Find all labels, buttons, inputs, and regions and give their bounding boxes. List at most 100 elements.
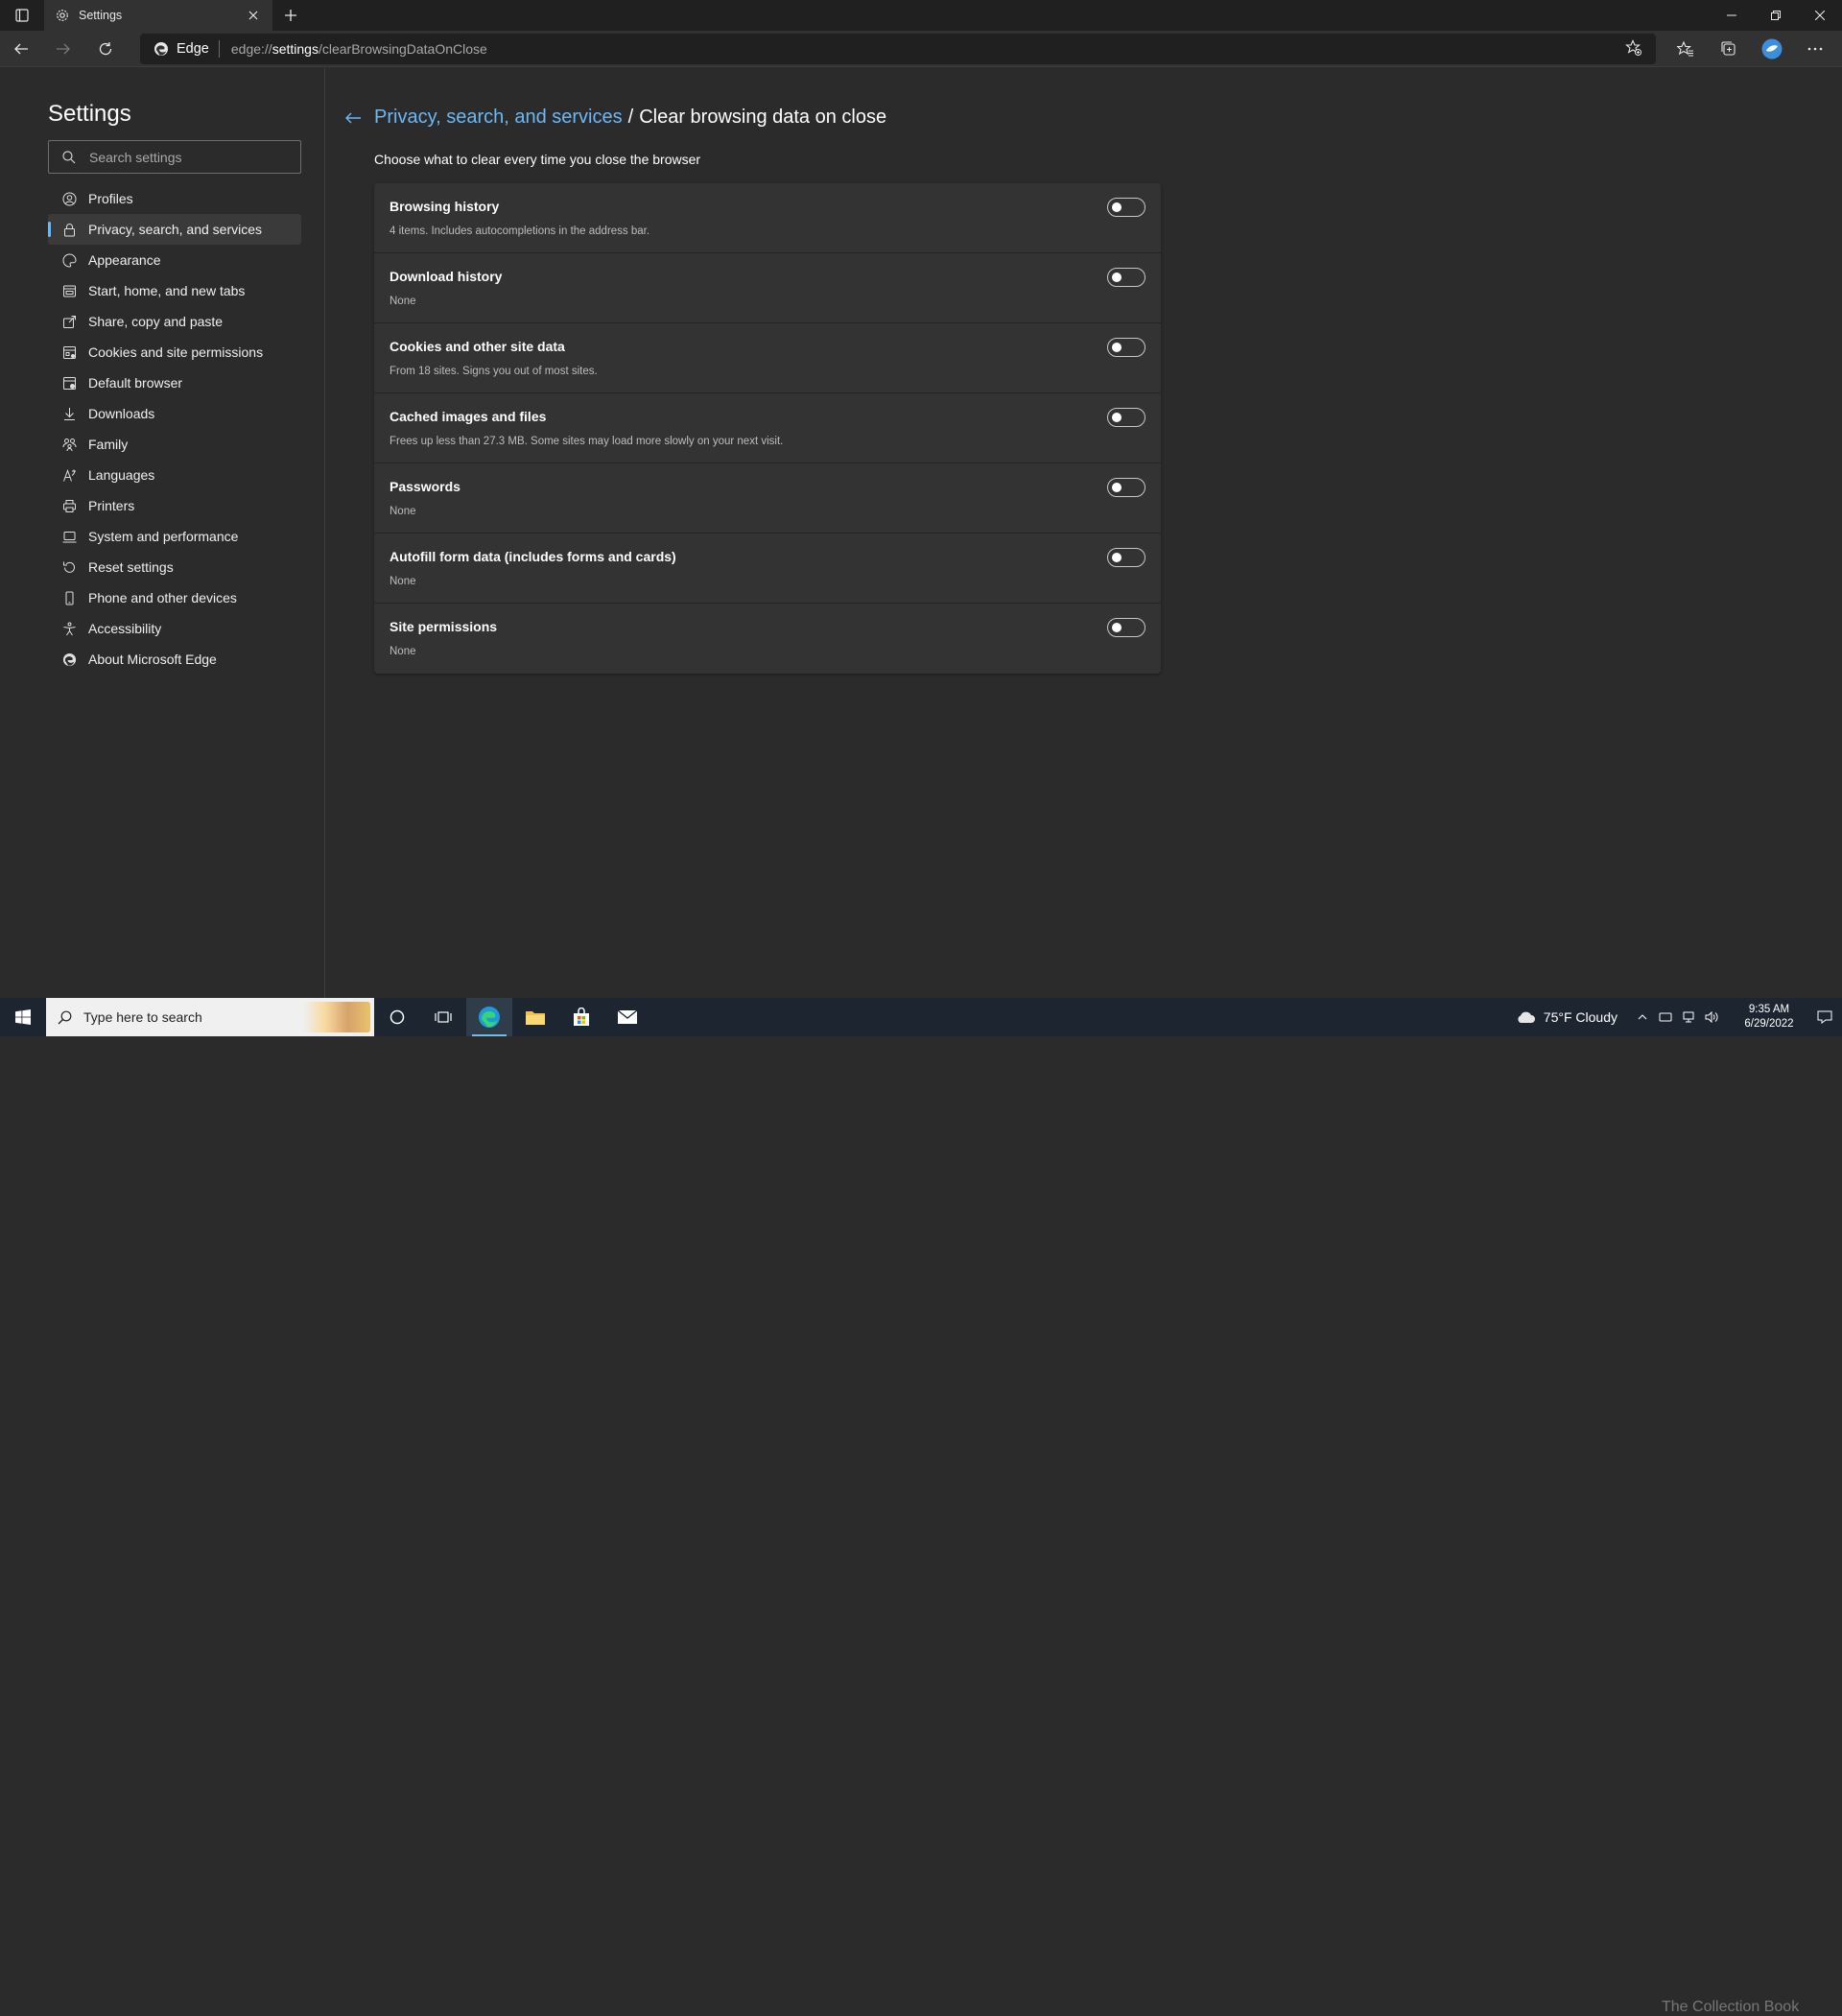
minimize-button[interactable]: [1710, 0, 1754, 31]
option-row-site-permissions: Site permissions None: [374, 604, 1161, 674]
sidebar-item-label: Languages: [88, 467, 155, 483]
show-hidden-icons-button[interactable]: [1631, 1014, 1654, 1020]
search-icon: [62, 150, 76, 163]
arrow-right-icon: [57, 43, 70, 54]
sidebar-item-phone[interactable]: Phone and other devices: [48, 582, 301, 613]
taskbar-search-box[interactable]: Type here to search: [46, 998, 374, 1036]
start-button[interactable]: [0, 998, 46, 1036]
mail-button[interactable]: [604, 998, 650, 1036]
sidebar-item-downloads[interactable]: Downloads: [48, 398, 301, 429]
sidebar-item-cookies[interactable]: Cookies and site permissions: [48, 337, 301, 368]
windows-logo-icon: [15, 1009, 31, 1025]
tab-settings[interactable]: Settings: [44, 0, 272, 31]
site-permissions-toggle[interactable]: [1107, 618, 1145, 637]
edge-logo-icon: [479, 1007, 500, 1028]
sidebar-item-label: Profiles: [88, 191, 133, 206]
collections-button[interactable]: [1707, 31, 1750, 67]
url-host: settings: [272, 41, 319, 57]
address-bar[interactable]: Edge edge://settings/clearBrowsingDataOn…: [140, 34, 1656, 64]
url-path: /clearBrowsingDataOnClose: [318, 41, 487, 57]
clock[interactable]: 9:35 AM 6/29/2022: [1731, 1003, 1807, 1032]
plus-icon: [285, 10, 296, 21]
refresh-icon: [99, 41, 112, 55]
option-description: None: [390, 646, 416, 657]
network-button[interactable]: [1677, 1011, 1700, 1023]
speaker-icon: [1705, 1011, 1718, 1023]
notifications-button[interactable]: [1807, 1010, 1842, 1024]
breadcrumb-parent-link[interactable]: Privacy, search, and services: [374, 107, 623, 129]
option-title: Autofill form data (includes forms and c…: [390, 549, 676, 564]
arrow-left-icon: [345, 112, 361, 123]
browser-toolbar: Edge edge://settings/clearBrowsingDataOn…: [0, 31, 1842, 67]
cookies-icon: [61, 344, 77, 360]
toggle-knob: [1112, 623, 1122, 632]
add-favorite-button[interactable]: [1625, 39, 1642, 59]
more-button[interactable]: [1793, 31, 1836, 67]
sidebar-item-profiles[interactable]: Profiles: [48, 183, 301, 214]
option-title: Site permissions: [390, 619, 498, 634]
sidebar-item-share[interactable]: Share, copy and paste: [48, 306, 301, 337]
sidebar-item-appearance[interactable]: Appearance: [48, 245, 301, 275]
meet-now-icon: [1659, 1012, 1672, 1022]
sidebar-item-languages[interactable]: Languages: [48, 460, 301, 490]
forward-button[interactable]: [42, 31, 84, 67]
clear-options-card: Browsing history 4 items. Includes autoc…: [374, 183, 1161, 674]
store-icon: [574, 1008, 589, 1026]
sidebar-item-reset[interactable]: Reset settings: [48, 552, 301, 582]
browsing-history-toggle[interactable]: [1107, 198, 1145, 217]
settings-sidebar: Settings Profiles Privacy, search, and s…: [0, 68, 325, 998]
taskbar-edge-button[interactable]: [466, 998, 512, 1036]
sidebar-item-accessibility[interactable]: Accessibility: [48, 613, 301, 644]
more-icon: [1807, 47, 1822, 51]
search-icon: [58, 1010, 72, 1024]
languages-icon: [61, 467, 77, 483]
close-window-button[interactable]: [1798, 0, 1842, 31]
phone-icon: [61, 590, 77, 605]
settings-nav: Profiles Privacy, search, and services A…: [48, 183, 301, 675]
passwords-toggle[interactable]: [1107, 478, 1145, 497]
cached-images-toggle[interactable]: [1107, 408, 1145, 427]
sidebar-item-default-browser[interactable]: Default browser: [48, 368, 301, 398]
autofill-toggle[interactable]: [1107, 548, 1145, 567]
cortana-icon: [390, 1009, 405, 1025]
sidebar-item-about[interactable]: About Microsoft Edge: [48, 644, 301, 675]
clock-time: 9:35 AM: [1748, 1004, 1790, 1015]
tab-actions-button[interactable]: [0, 0, 44, 31]
volume-button[interactable]: [1700, 1011, 1723, 1023]
option-description: None: [390, 576, 416, 587]
search-settings-input[interactable]: [89, 149, 281, 165]
option-row-cookies: Cookies and other site data From 18 site…: [374, 323, 1161, 393]
new-tab-button[interactable]: [272, 0, 309, 31]
chevron-up-icon: [1638, 1014, 1647, 1020]
sidebar-item-privacy[interactable]: Privacy, search, and services: [48, 214, 301, 245]
cookies-toggle[interactable]: [1107, 338, 1145, 357]
download-history-toggle[interactable]: [1107, 268, 1145, 287]
sidebar-item-label: Printers: [88, 498, 135, 513]
search-settings-box[interactable]: [48, 140, 301, 174]
breadcrumb-back-button[interactable]: [343, 108, 363, 128]
refresh-button[interactable]: [84, 31, 127, 67]
tab-title: Settings: [79, 9, 123, 22]
profile-icon: [61, 191, 77, 206]
edge-site-info[interactable]: Edge: [140, 41, 219, 57]
weather-text: 75°F Cloudy: [1543, 1009, 1618, 1025]
sidebar-item-family[interactable]: Family: [48, 429, 301, 460]
store-button[interactable]: [558, 998, 604, 1036]
sidebar-item-system[interactable]: System and performance: [48, 521, 301, 552]
back-button[interactable]: [0, 31, 42, 67]
weather-widget[interactable]: 75°F Cloudy: [1515, 1009, 1618, 1025]
option-title: Passwords: [390, 479, 460, 494]
task-view-button[interactable]: [420, 998, 466, 1036]
url-text[interactable]: edge://settings/clearBrowsingDataOnClose: [231, 41, 487, 57]
tab-close-button[interactable]: [244, 6, 263, 25]
sidebar-item-printers[interactable]: Printers: [48, 490, 301, 521]
cortana-button[interactable]: [374, 998, 420, 1036]
favorites-button[interactable]: [1664, 31, 1707, 67]
profile-button[interactable]: [1750, 31, 1793, 67]
file-explorer-button[interactable]: [512, 998, 558, 1036]
page-title: Clear browsing data on close: [639, 107, 887, 128]
mail-icon: [617, 1009, 638, 1024]
sidebar-item-start-home[interactable]: Start, home, and new tabs: [48, 275, 301, 306]
restore-button[interactable]: [1754, 0, 1798, 31]
meet-now-button[interactable]: [1654, 1011, 1677, 1023]
